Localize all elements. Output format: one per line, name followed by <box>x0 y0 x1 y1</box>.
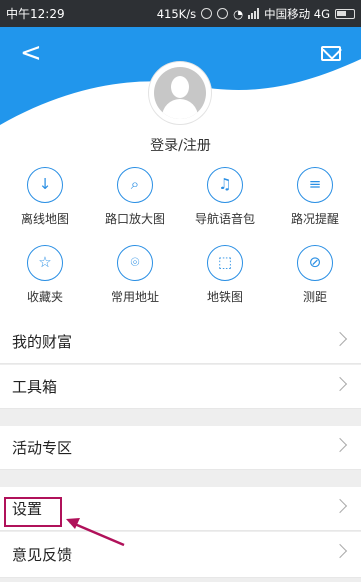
battery-icon <box>335 8 355 19</box>
chevron-right-icon <box>332 543 348 559</box>
shortcut-label: 地铁图 <box>206 290 243 304</box>
settings-highlight-box <box>4 497 62 527</box>
menu-activities[interactable]: 活动专区 <box>0 426 361 470</box>
traffic-alert-icon: ≡ <box>297 167 333 203</box>
shortcut-label: 路口放大图 <box>104 212 165 226</box>
sync-status-icon <box>217 8 229 19</box>
menu-toolbox[interactable]: 工具箱 <box>0 365 361 409</box>
star-icon: ☆ <box>27 245 63 281</box>
status-right: 415K/s ◔ 中国移动 4G <box>157 6 355 22</box>
shortcut-distance[interactable]: ⊘ 测距 <box>270 245 360 305</box>
back-button[interactable]: < <box>20 40 42 66</box>
status-time: 中午12:29 <box>6 7 65 21</box>
shortcut-label: 路况提醒 <box>290 212 339 226</box>
menu-label: 我的财富 <box>12 333 73 351</box>
menu-feedback[interactable]: 意见反馈 <box>0 532 361 578</box>
net-speed: 415K/s <box>156 6 197 21</box>
shortcut-label: 常用地址 <box>110 290 159 304</box>
zoom-junction-icon: ⌕ <box>117 167 153 203</box>
chevron-right-icon <box>332 498 348 514</box>
shortcut-label: 导航语音包 <box>194 212 255 226</box>
wifi-icon: ◔ <box>233 6 244 21</box>
subway-map-icon: ⬚ <box>207 245 243 281</box>
carrier-label: 中国移动 4G <box>264 6 330 21</box>
avatar[interactable] <box>149 62 211 124</box>
shortcut-label: 离线地图 <box>20 212 69 226</box>
chevron-right-icon <box>332 437 348 453</box>
headset-status-icon <box>201 8 213 19</box>
download-map-icon: ↓ <box>27 167 63 203</box>
location-pin-icon: ⌾ <box>117 245 153 281</box>
ruler-icon: ⊘ <box>297 245 333 281</box>
signal-icon <box>248 8 260 19</box>
menu-label: 工具箱 <box>12 378 58 396</box>
shortcut-junction-zoom[interactable]: ⌕ 路口放大图 <box>90 167 180 227</box>
menu-my-wealth[interactable]: 我的财富 <box>0 320 361 364</box>
login-register-link[interactable]: 登录/注册 <box>0 135 361 155</box>
chevron-right-icon <box>332 376 348 392</box>
shortcut-subway-map[interactable]: ⬚ 地铁图 <box>180 245 270 305</box>
shortcut-common-address[interactable]: ⌾ 常用地址 <box>90 245 180 305</box>
shortcut-favorites[interactable]: ☆ 收藏夹 <box>0 245 90 305</box>
menu-label: 意见反馈 <box>12 546 73 564</box>
shortcut-traffic-alert[interactable]: ≡ 路况提醒 <box>270 167 360 227</box>
status-bar: 中午12:29 415K/s ◔ 中国移动 4G <box>0 0 361 27</box>
mail-icon[interactable] <box>321 46 341 61</box>
shortcut-label: 收藏夹 <box>26 290 63 304</box>
menu-label: 活动专区 <box>12 439 73 457</box>
chevron-right-icon <box>332 331 348 347</box>
shortcut-voice-pack[interactable]: ♫ 导航语音包 <box>180 167 270 227</box>
shortcut-label: 测距 <box>302 290 327 304</box>
voice-pack-icon: ♫ <box>207 167 243 203</box>
shortcut-offline-map[interactable]: ↓ 离线地图 <box>0 167 90 227</box>
